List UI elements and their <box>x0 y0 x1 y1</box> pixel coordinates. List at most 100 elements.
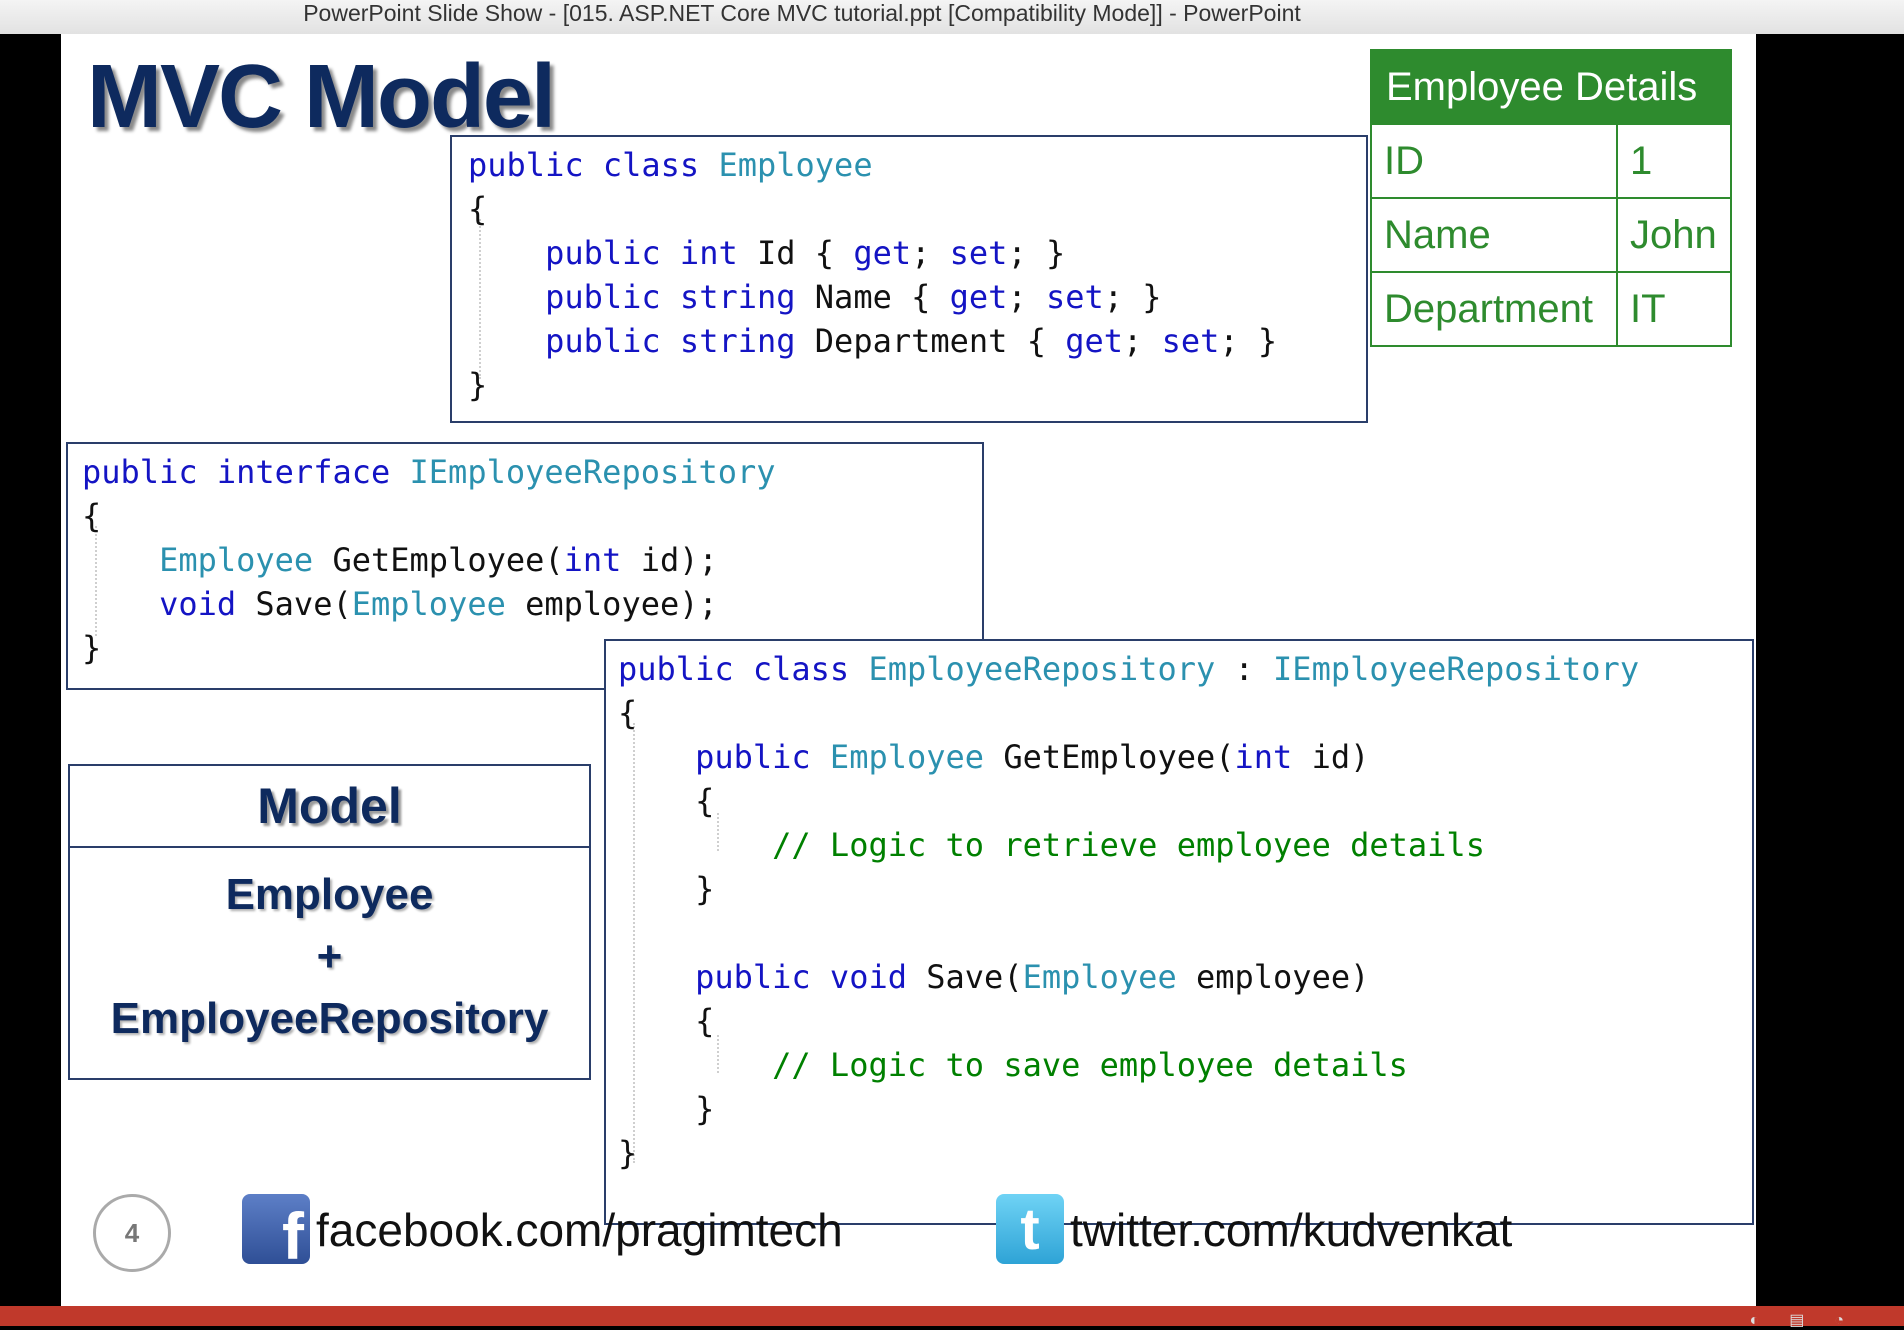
code-token: Employee <box>351 585 526 623</box>
code-token: { <box>618 1002 715 1040</box>
code-token: } <box>82 629 102 667</box>
code-token: set <box>1045 278 1104 316</box>
code-token: public <box>618 650 753 688</box>
model-line-repository: EmployeeRepository <box>110 994 549 1043</box>
code-token: EmployeeRepository <box>868 650 1235 688</box>
code-line: { <box>618 691 1639 735</box>
code-token: ; } <box>1219 322 1278 360</box>
model-header: Model <box>70 766 589 848</box>
code-token: class <box>752 650 869 688</box>
table-cell-value: IT <box>1616 271 1732 347</box>
code-line: { <box>618 779 1639 823</box>
code-token: } <box>618 1090 715 1128</box>
code-token: Name { <box>814 278 950 316</box>
code-token: { <box>468 190 488 228</box>
code-token: set <box>1161 322 1220 360</box>
zoom-icon[interactable]: ◔ <box>1834 1312 1874 1329</box>
code-line: public Employee GetEmployee(int id) <box>618 735 1639 779</box>
code-token: ; } <box>1103 278 1162 316</box>
code-line: public string Department { get; set; } <box>468 319 1277 363</box>
table-cell-key: ID <box>1370 123 1618 199</box>
code-line: // Logic to save employee details <box>618 1043 1639 1087</box>
code-line: Employee GetEmployee(int id); <box>82 538 776 582</box>
code-token: : <box>1234 650 1274 688</box>
table-cell-key: Name <box>1370 197 1618 273</box>
code-token: int <box>679 234 757 272</box>
code-token: public <box>545 322 680 360</box>
code-token: public <box>468 146 603 184</box>
code-token: IEmployeeRepository <box>409 453 776 491</box>
interface-code: public interface IEmployeeRepository{ Em… <box>82 450 776 670</box>
pen-icon[interactable]: ◐ <box>1750 1312 1790 1329</box>
code-token: // Logic to retrieve employee details <box>772 826 1485 864</box>
code-token: public <box>695 738 830 776</box>
twitter-icon: t <box>996 1194 1064 1264</box>
slide[interactable]: MVC Model public class Employee{ public … <box>61 34 1756 1306</box>
code-line: { <box>468 187 1277 231</box>
slides-icon[interactable]: ▤ <box>1789 1312 1834 1329</box>
code-token: get <box>853 234 912 272</box>
code-token: public <box>695 958 830 996</box>
model-summary-box: Model Employee + EmployeeRepository <box>68 764 591 1080</box>
code-line: } <box>468 363 1277 407</box>
table-row: ID 1 <box>1370 123 1732 199</box>
model-line-employee: Employee <box>225 870 434 919</box>
table-cell-value: 1 <box>1616 123 1732 199</box>
code-token: void <box>159 585 256 623</box>
employee-details-table: Employee Details ID 1 Name John Department… <box>1370 49 1732 347</box>
code-token: get <box>949 278 1008 316</box>
window-titlebar: PowerPoint Slide Show - [015. ASP.NET Co… <box>0 0 1904 34</box>
code-token: class <box>602 146 719 184</box>
code-token: // Logic to save employee details <box>772 1046 1408 1084</box>
twitter-link[interactable]: t twitter.com/kudvenkat <box>996 1194 1556 1266</box>
table-row: Department IT <box>1370 271 1732 347</box>
code-line: { <box>618 999 1639 1043</box>
code-token: Save( <box>255 585 352 623</box>
repository-class-code: public class EmployeeRepository : IEmplo… <box>618 647 1639 1175</box>
code-token: Employee <box>829 738 1004 776</box>
window-title: PowerPoint Slide Show - [015. ASP.NET Co… <box>303 0 1301 26</box>
repository-class-box: public class EmployeeRepository : IEmplo… <box>604 639 1754 1225</box>
code-token: } <box>618 870 715 908</box>
facebook-link[interactable]: f facebook.com/pragimtech <box>242 1194 843 1266</box>
slideshow-controls[interactable]: ◐▤◔ <box>1750 1310 1874 1330</box>
code-line: // Logic to retrieve employee details <box>618 823 1639 867</box>
code-line: public interface IEmployeeRepository <box>82 450 776 494</box>
code-token: Employee <box>718 146 873 184</box>
code-token: string <box>679 278 815 316</box>
code-token: Department { <box>814 322 1066 360</box>
code-token: set <box>949 234 1008 272</box>
employee-class-code: public class Employee { public int Id { g… <box>468 143 1277 407</box>
code-token: public <box>82 453 217 491</box>
code-token: void <box>829 958 927 996</box>
code-line: public string Name { get; set; } <box>468 275 1277 319</box>
table-cell-key: Department <box>1370 271 1618 347</box>
code-token: int <box>563 541 641 579</box>
code-line: } <box>618 1131 1639 1175</box>
facebook-icon: f <box>242 1194 310 1264</box>
code-line: public int Id { get; set; } <box>468 231 1277 275</box>
code-token: Employee <box>1022 958 1196 996</box>
model-line-plus: + <box>316 932 343 981</box>
code-token: Employee <box>159 541 333 579</box>
code-token: GetEmployee( <box>1003 738 1235 776</box>
code-token: public <box>545 278 680 316</box>
slide-title: MVC Model <box>87 47 556 147</box>
facebook-label: facebook.com/pragimtech <box>316 1204 843 1256</box>
code-token: int <box>1234 738 1312 776</box>
code-token: } <box>618 1134 638 1172</box>
code-token: GetEmployee( <box>332 541 564 579</box>
code-line: } <box>618 1087 1639 1131</box>
code-token: Save( <box>926 958 1023 996</box>
slide-number: 4 <box>93 1194 171 1272</box>
code-token: ; } <box>1007 234 1066 272</box>
code-token: Id { <box>756 234 854 272</box>
code-token: get <box>1065 322 1124 360</box>
